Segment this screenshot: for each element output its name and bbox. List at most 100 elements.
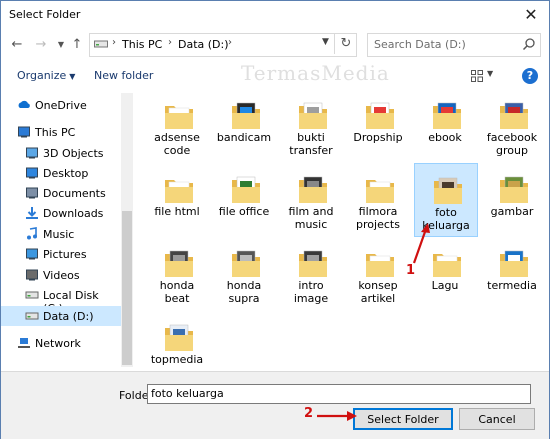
cancel-button[interactable]: Cancel <box>459 408 535 430</box>
folder-item-bukti-transfer[interactable]: bukti transfer <box>280 95 342 161</box>
step-1-arrow <box>412 223 430 264</box>
drive-icon <box>94 40 108 48</box>
chevron-right-icon[interactable]: › <box>168 37 172 48</box>
folder-icon <box>433 102 461 129</box>
search-input[interactable]: Search Data (D:) <box>374 38 466 51</box>
chevron-right-icon[interactable]: › <box>228 37 232 48</box>
sidebar-item-label: 3D Objects <box>43 147 104 160</box>
sidebar-item-network[interactable]: Network <box>1 333 121 353</box>
search-icon <box>522 38 535 51</box>
folder-icon <box>366 102 394 129</box>
sidebar-item-local-disk-c[interactable]: Local Disk (C:) <box>1 285 121 315</box>
folder-icon <box>500 250 528 277</box>
select-folder-button[interactable]: Select Folder <box>353 408 453 430</box>
sidebar-item-label: Pictures <box>43 248 87 261</box>
view-options-icon[interactable] <box>471 70 483 82</box>
breadcrumb-this-pc[interactable]: This PC <box>122 38 162 51</box>
folder-label: honda beat <box>159 279 195 305</box>
folder-label: konsep artikel <box>358 279 398 305</box>
drive-icon <box>25 312 39 320</box>
sidebar-item-label: Music <box>43 228 75 241</box>
folder-label: film and music <box>288 205 334 231</box>
step-2-arrow <box>317 411 357 421</box>
back-arrow-icon[interactable]: ← <box>9 37 25 53</box>
sidebar-item-this-pc[interactable]: This PC <box>1 122 121 142</box>
folder-item-gambar[interactable]: gambar <box>481 169 543 235</box>
folder-item-dropship[interactable]: Dropship <box>347 95 409 161</box>
organize-button[interactable]: Organize ▼ <box>17 69 75 82</box>
folder-label: honda supra <box>226 279 262 305</box>
up-arrow-icon[interactable]: ↑ <box>69 37 85 53</box>
videos-icon <box>26 269 38 281</box>
folder-item-file-office[interactable]: file office <box>213 169 275 235</box>
sidebar-item-videos[interactable]: Videos <box>1 265 121 285</box>
organize-label: Organize <box>17 69 67 82</box>
folder-label: bandicam <box>216 131 272 144</box>
sidebar-scroll-thumb[interactable] <box>122 211 132 365</box>
folder-label: topmedia <box>150 353 204 366</box>
address-dropdown-icon[interactable]: ▼ <box>322 37 329 47</box>
folder-item-filmora-projects[interactable]: filmora projects <box>347 169 409 235</box>
sidebar-item-3d-objects[interactable]: 3D Objects <box>1 143 121 163</box>
drive-icon <box>25 291 39 299</box>
folder-item-konsep-artikel[interactable]: konsep artikel <box>347 243 409 309</box>
help-icon[interactable]: ? <box>522 68 538 84</box>
sidebar-item-label: Videos <box>43 269 80 282</box>
folder-label: adsense code <box>154 131 200 157</box>
forward-arrow-icon[interactable]: → <box>33 37 49 53</box>
folder-item-termedia[interactable]: termedia <box>481 243 543 309</box>
folder-icon <box>165 106 193 129</box>
documents-icon <box>26 187 38 199</box>
folder-item-honda-beat[interactable]: honda beat <box>146 243 208 309</box>
step-2-annotation: 2 <box>304 406 314 421</box>
folder-label: filmora projects <box>356 205 400 231</box>
sidebar-item-downloads[interactable]: Downloads <box>1 203 121 223</box>
address-bar[interactable]: › This PC › Data (D:) › ▼ <box>89 33 357 57</box>
navigation-pane: OneDrive This PC 3D Objects Desktop Document… <box>1 89 133 369</box>
sidebar-item-label: Desktop <box>43 167 89 180</box>
view-caret-icon[interactable]: ▼ <box>487 69 493 78</box>
folder-icon <box>433 254 461 277</box>
folder-icon <box>366 254 394 277</box>
folder-item-bandicam[interactable]: bandicam <box>213 95 275 161</box>
cloud-icon <box>18 100 30 108</box>
computer-icon <box>18 126 30 138</box>
folder-icon <box>165 180 193 203</box>
folder-item-ebook[interactable]: ebook <box>414 95 476 161</box>
watermark: TermasMedia <box>241 61 390 85</box>
folder-label: ebook <box>428 131 462 144</box>
folder-icon <box>366 180 394 203</box>
breadcrumb-data-d[interactable]: Data (D:) <box>178 38 229 51</box>
close-icon[interactable]: ✕ <box>521 5 541 25</box>
folder-item-facebook-group[interactable]: facebook group <box>481 95 543 161</box>
window-title: Select Folder <box>9 8 81 21</box>
folder-item-file-html[interactable]: file html <box>146 169 208 235</box>
search-box[interactable]: Search Data (D:) <box>367 33 541 57</box>
sidebar-item-label: OneDrive <box>35 99 87 112</box>
folder-name-input[interactable]: foto keluarga <box>147 384 531 404</box>
recent-chevron-icon[interactable]: ▼ <box>53 37 69 53</box>
folder-item-honda-supra[interactable]: honda supra <box>213 243 275 309</box>
folder-label: Lagu <box>431 279 459 292</box>
new-folder-button[interactable]: New folder <box>94 69 153 82</box>
sidebar-item-data-d[interactable]: Data (D:) <box>1 306 121 326</box>
folder-icon <box>500 176 528 203</box>
folder-item-intro-image[interactable]: intro image <box>280 243 342 309</box>
sidebar-item-pictures[interactable]: Pictures <box>1 244 121 264</box>
download-icon <box>26 207 38 219</box>
folder-icon <box>299 102 327 129</box>
folder-item-film-and-music[interactable]: film and music <box>280 169 342 235</box>
folder-label: termedia <box>487 279 537 292</box>
refresh-icon[interactable]: ↻ <box>334 34 357 54</box>
sidebar-item-desktop[interactable]: Desktop <box>1 163 121 183</box>
sidebar-item-label: Network <box>35 337 81 350</box>
folder-label: intro image <box>293 279 329 305</box>
folder-item-adsense-code[interactable]: adsense code <box>146 95 208 161</box>
sidebar-item-music[interactable]: Music <box>1 224 121 244</box>
title-bar: Select Folder ✕ <box>1 1 549 29</box>
sidebar-item-documents[interactable]: Documents <box>1 183 121 203</box>
folder-icon <box>232 102 260 129</box>
folder-icon <box>232 250 260 277</box>
folder-content-pane: adsense code bandicam bukti transfer Dropsh… <box>136 89 548 371</box>
sidebar-item-onedrive[interactable]: OneDrive <box>1 95 121 115</box>
